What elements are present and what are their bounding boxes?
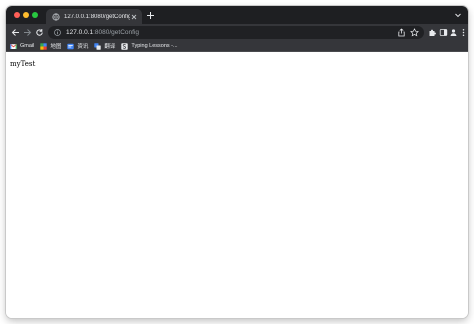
tab-active[interactable]: 127.0.0.1:8080/getConfig [46,9,142,24]
back-arrow-icon[interactable] [11,28,20,37]
reload-icon[interactable] [35,28,44,37]
site-info-icon[interactable] [54,29,61,36]
globe-icon [52,12,60,21]
typing-lessons-icon [121,42,129,50]
bookmark-label: Typing Lessons -... [131,43,178,49]
side-panel-icon[interactable] [439,28,448,37]
page-content: myTest [6,52,468,318]
translate-icon [94,42,102,50]
window-minimize-button[interactable] [23,12,29,18]
bookmark-label: 翻译 [104,44,116,50]
chevron-down-icon[interactable] [454,11,462,19]
toolbar: 127.0.0.1:8080/getConfig [6,24,468,41]
tab-strip: 127.0.0.1:8080/getConfig [6,6,468,24]
bookmark-label: Gmail [20,43,35,49]
url-text: 127.0.0.1:8080/getConfig [66,29,139,36]
window-close-button[interactable] [14,12,20,18]
menu-kebab-icon[interactable] [459,28,468,37]
bookmark-label: 地图 [50,44,62,50]
browser-window: 127.0.0.1:8080/getConfig 127.0.0.1:8080/… [6,6,468,318]
tab-close-icon[interactable] [130,13,138,21]
new-tab-icon[interactable] [146,11,155,20]
bookmark-maps[interactable]: 地图 [40,42,61,51]
extensions-puzzle-icon[interactable] [428,28,437,37]
profile-avatar-icon[interactable] [449,28,458,37]
bookmarks-bar: Gmail 地图 资讯 翻译 Typing Lessons -... [6,41,468,52]
url-path: :8080/getConfig [93,29,140,36]
bookmark-translate[interactable]: 翻译 [94,42,115,51]
page-body-text: myTest [10,60,36,68]
tab-title: 127.0.0.1:8080/getConfig [64,13,130,20]
bookmark-star-icon[interactable] [410,28,419,37]
url-host: 127.0.0.1 [66,29,94,36]
bookmark-label: 资讯 [77,44,89,50]
bookmark-typing-lessons[interactable]: Typing Lessons -... [121,42,178,51]
bookmark-gmail[interactable]: Gmail [10,42,34,51]
maps-icon [40,42,48,50]
bookmark-news[interactable]: 资讯 [67,42,88,51]
forward-arrow-icon[interactable] [23,28,32,37]
gmail-icon [10,43,17,50]
window-maximize-button[interactable] [32,12,38,18]
share-icon[interactable] [397,28,406,37]
news-icon [67,43,75,50]
address-bar[interactable]: 127.0.0.1:8080/getConfig [48,26,424,39]
